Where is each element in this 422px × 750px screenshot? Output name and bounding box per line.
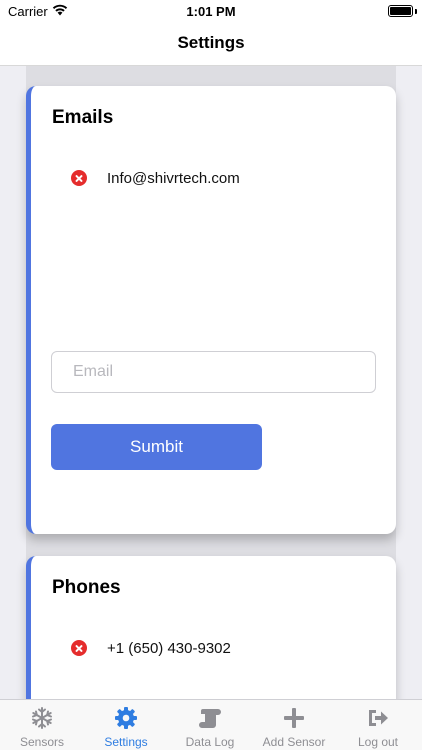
submit-email-button[interactable]: Sumbit [51, 424, 262, 470]
tab-label: Data Log [185, 735, 235, 749]
settings-scroll-view[interactable]: Emails Info@shivrtech.com Sumbit Phones … [0, 66, 422, 699]
email-address: Info@shivrtech.com [107, 169, 240, 187]
email-list-item: Info@shivrtech.com [71, 168, 240, 188]
page-title: Settings [177, 33, 245, 52]
remove-email-icon[interactable] [71, 170, 87, 186]
navigation-bar: Settings [0, 22, 422, 66]
phone-number: +1 (650) 430-9302 [107, 639, 231, 657]
tab-log-out[interactable]: Log out [336, 700, 420, 750]
battery-icon [388, 5, 413, 17]
phones-card: Phones +1 (650) 430-9302 [26, 556, 396, 699]
status-time: 1:01 PM [186, 4, 236, 19]
logout-icon [369, 710, 388, 726]
tab-sensors[interactable]: Sensors [0, 700, 84, 750]
tab-data-log[interactable]: Data Log [168, 700, 252, 750]
gear-icon [115, 707, 137, 729]
email-input[interactable] [51, 351, 376, 393]
snowflake-icon [32, 707, 52, 729]
emails-card: Emails Info@shivrtech.com Sumbit [26, 86, 396, 534]
tab-add-sensor[interactable]: Add Sensor [252, 700, 336, 750]
scroll-icon [199, 709, 221, 728]
phone-list-item: +1 (650) 430-9302 [71, 638, 231, 658]
tab-bar: Sensors Settings Data Log Add Sensor Log… [0, 699, 422, 750]
phones-title: Phones [52, 577, 121, 598]
plus-icon [284, 708, 304, 728]
tab-settings[interactable]: Settings [84, 700, 168, 750]
battery-cap [415, 9, 417, 14]
tab-label: Settings [104, 735, 148, 749]
emails-title: Emails [52, 107, 114, 128]
tab-label: Add Sensor [262, 735, 326, 749]
tab-label: Sensors [19, 735, 65, 749]
status-bar: Carrier 1:01 PM [0, 0, 422, 22]
remove-phone-icon[interactable] [71, 640, 87, 656]
tab-label: Log out [357, 735, 399, 749]
